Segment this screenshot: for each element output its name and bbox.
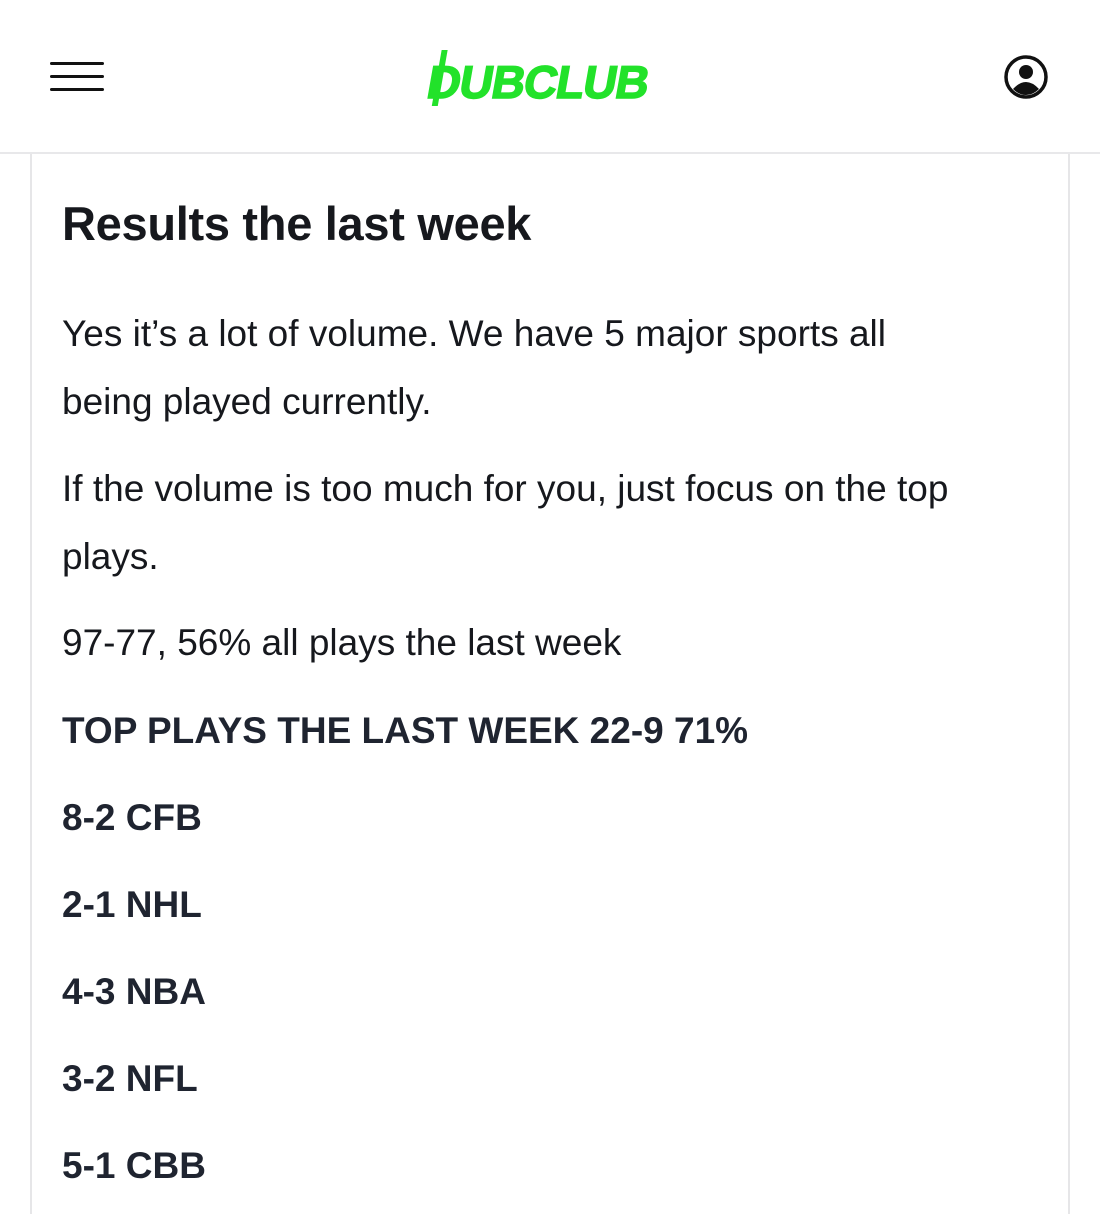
sport-result-item: 3-2 NFL xyxy=(62,1058,198,1099)
dubclub-logo-graphic: DUBCLUB xyxy=(423,50,654,109)
top-navigation-bar: DUBCLUB xyxy=(0,0,1100,154)
sport-result-item: 8-2 CFB xyxy=(62,797,202,838)
paragraph-all-plays-record: 97-77, 56% all plays the last week xyxy=(62,622,622,663)
top-plays-heading: TOP PLAYS THE LAST WEEK 22-9 71% xyxy=(62,710,749,751)
paragraph-volume: Yes it’s a lot of volume. We have 5 majo… xyxy=(62,313,886,422)
dubclub-logo[interactable]: DUBCLUB xyxy=(423,48,676,109)
sport-result-item: 4-3 NBA xyxy=(62,971,206,1012)
sport-result-item: 2-1 NHL xyxy=(62,884,202,925)
hamburger-menu-icon[interactable] xyxy=(50,60,104,94)
page-title: Results the last week xyxy=(62,197,532,250)
user-circle-icon[interactable] xyxy=(1003,54,1049,100)
sport-result-item: 5-1 CBB xyxy=(62,1145,206,1186)
paragraph-focus: If the volume is too much for you, just … xyxy=(62,468,949,577)
logo-wordmark: DUBCLUB xyxy=(426,56,653,108)
